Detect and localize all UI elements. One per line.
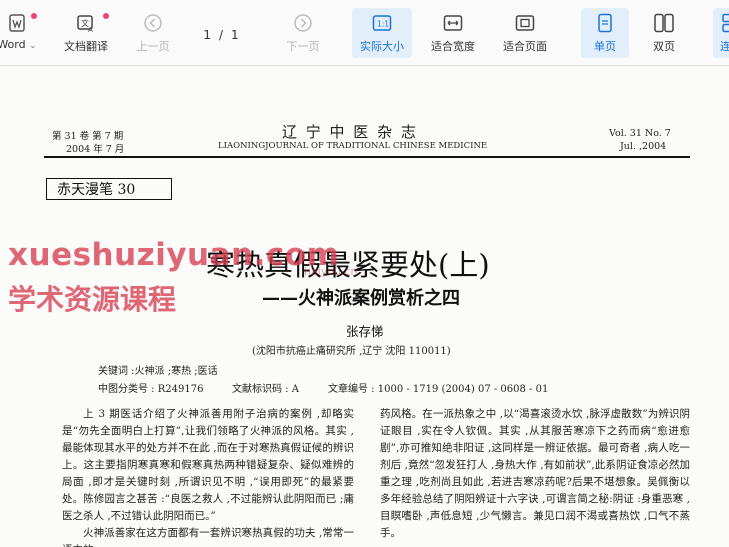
continuous-page-button[interactable]: 连 <box>713 8 729 58</box>
word-label: Word <box>0 38 26 51</box>
watermark-url: xueshuziyuan.com <box>8 237 340 273</box>
translate-icon: 文A <box>75 12 97 34</box>
svg-text:A: A <box>88 26 93 33</box>
word-icon <box>7 12 27 34</box>
keywords: 关键词 :火神派 ;寒热 ;医话 <box>98 366 218 377</box>
double-page-button[interactable]: 双页 <box>640 8 688 58</box>
single-page-button[interactable]: 单页 <box>581 8 629 58</box>
continuous-page-icon <box>720 12 729 34</box>
page-separator: / <box>218 28 224 42</box>
watermark-small: haiyou.cn <box>304 265 358 278</box>
pdf-page: 第 31 卷 第 7 期 2004 年 7 月 辽 宁 中 医 杂 志 LIAO… <box>0 67 729 547</box>
arrow-left-circle-icon <box>143 12 163 34</box>
header-volume-cn: 第 31 卷 第 7 期 <box>52 131 124 142</box>
fit-width-button[interactable]: 适合宽度 <box>424 8 482 58</box>
prev-page-label: 上一页 <box>136 40 170 53</box>
next-page-button[interactable]: 下一页 <box>278 8 328 58</box>
author-affiliation: (沈阳市抗癌止痛研究所 ,辽宁 沈阳 110011) <box>252 346 451 357</box>
journal-title-cn: 辽 宁 中 医 杂 志 <box>282 123 418 141</box>
single-page-label: 单页 <box>594 40 616 53</box>
author-name: 张存悌 <box>346 324 384 339</box>
fit-page-icon <box>515 12 535 34</box>
actual-size-label: 实际大小 <box>360 40 404 53</box>
header-date-en: Jul. ,2004 <box>620 141 667 152</box>
prev-page-button[interactable]: 上一页 <box>128 8 178 58</box>
fit-width-label: 适合宽度 <box>431 40 475 53</box>
document-viewport[interactable]: 第 31 卷 第 7 期 2004 年 7 月 辽 宁 中 医 杂 志 LIAO… <box>0 67 729 547</box>
fit-width-icon <box>443 12 463 34</box>
header-rule <box>44 156 690 158</box>
paragraph: 药风格。在一派热象之中 ,以“渴喜滚烫水饮 ,脉浮虚散数”为辨识阴证眼目 ,实在… <box>380 408 690 539</box>
watermark-cn: 学术资源课程 <box>8 283 177 316</box>
document-code: 文献标识码 : A <box>232 384 299 395</box>
toolbar: Word ⌄ 文A 文档翻译 上一页 1 / 1 下一页 1:1 实际大小 适合… <box>0 0 729 66</box>
paragraph: 火神派善家在这方面都有一套辨识寒热真假的功夫 ,常常一语中的。 <box>62 527 354 547</box>
svg-text:1:1: 1:1 <box>377 20 389 29</box>
page-total: 1 <box>231 28 239 42</box>
journal-title-en: LIAONINGJOURNAL OF TRADITIONAL CHINESE M… <box>218 141 488 151</box>
double-page-label: 双页 <box>653 40 675 53</box>
paragraph: 上 3 期医话介绍了火神派善用附子治病的案例 ,却略实是“勿先全面明白上打算”,… <box>62 408 354 522</box>
actual-size-icon: 1:1 <box>372 12 392 34</box>
translate-label: 文档翻译 <box>64 40 108 53</box>
chevron-down-icon: ⌄ <box>29 41 37 51</box>
article-subtitle: ——火神派案例赏析之四 <box>262 288 460 309</box>
article-number: 文章编号 : 1000 - 1719 (2004) 07 - 0608 - 01 <box>328 384 549 395</box>
fit-page-button[interactable]: 适合页面 <box>496 8 554 58</box>
page-indicator[interactable]: 1 / 1 <box>190 22 252 48</box>
next-page-label: 下一页 <box>286 40 320 53</box>
fit-page-label: 适合页面 <box>503 40 547 53</box>
header-volume-en: Vol. 31 No. 7 <box>609 128 671 139</box>
continuous-page-label: 连 <box>720 40 729 53</box>
single-page-icon <box>597 12 613 34</box>
arrow-right-circle-icon <box>293 12 313 34</box>
translate-new-dot <box>103 13 109 19</box>
body-column-left: 上 3 期医话介绍了火神派善用附子治病的案例 ,却略实是“勿先全面明白上打算”,… <box>62 406 354 547</box>
double-page-icon <box>653 12 675 34</box>
notification-dot <box>31 13 37 19</box>
header-date-cn: 2004 年 7 月 <box>66 144 125 155</box>
page-current[interactable]: 1 <box>203 28 211 42</box>
column-tag: 赤天漫笔 30 <box>46 178 172 200</box>
actual-size-button[interactable]: 1:1 实际大小 <box>352 8 412 58</box>
body-column-right: 药风格。在一派热象之中 ,以“渴喜滚烫水饮 ,脉浮虚散数”为辨识阴证眼目 ,实在… <box>380 406 690 542</box>
clc-number: 中图分类号 : R249176 <box>98 384 204 395</box>
